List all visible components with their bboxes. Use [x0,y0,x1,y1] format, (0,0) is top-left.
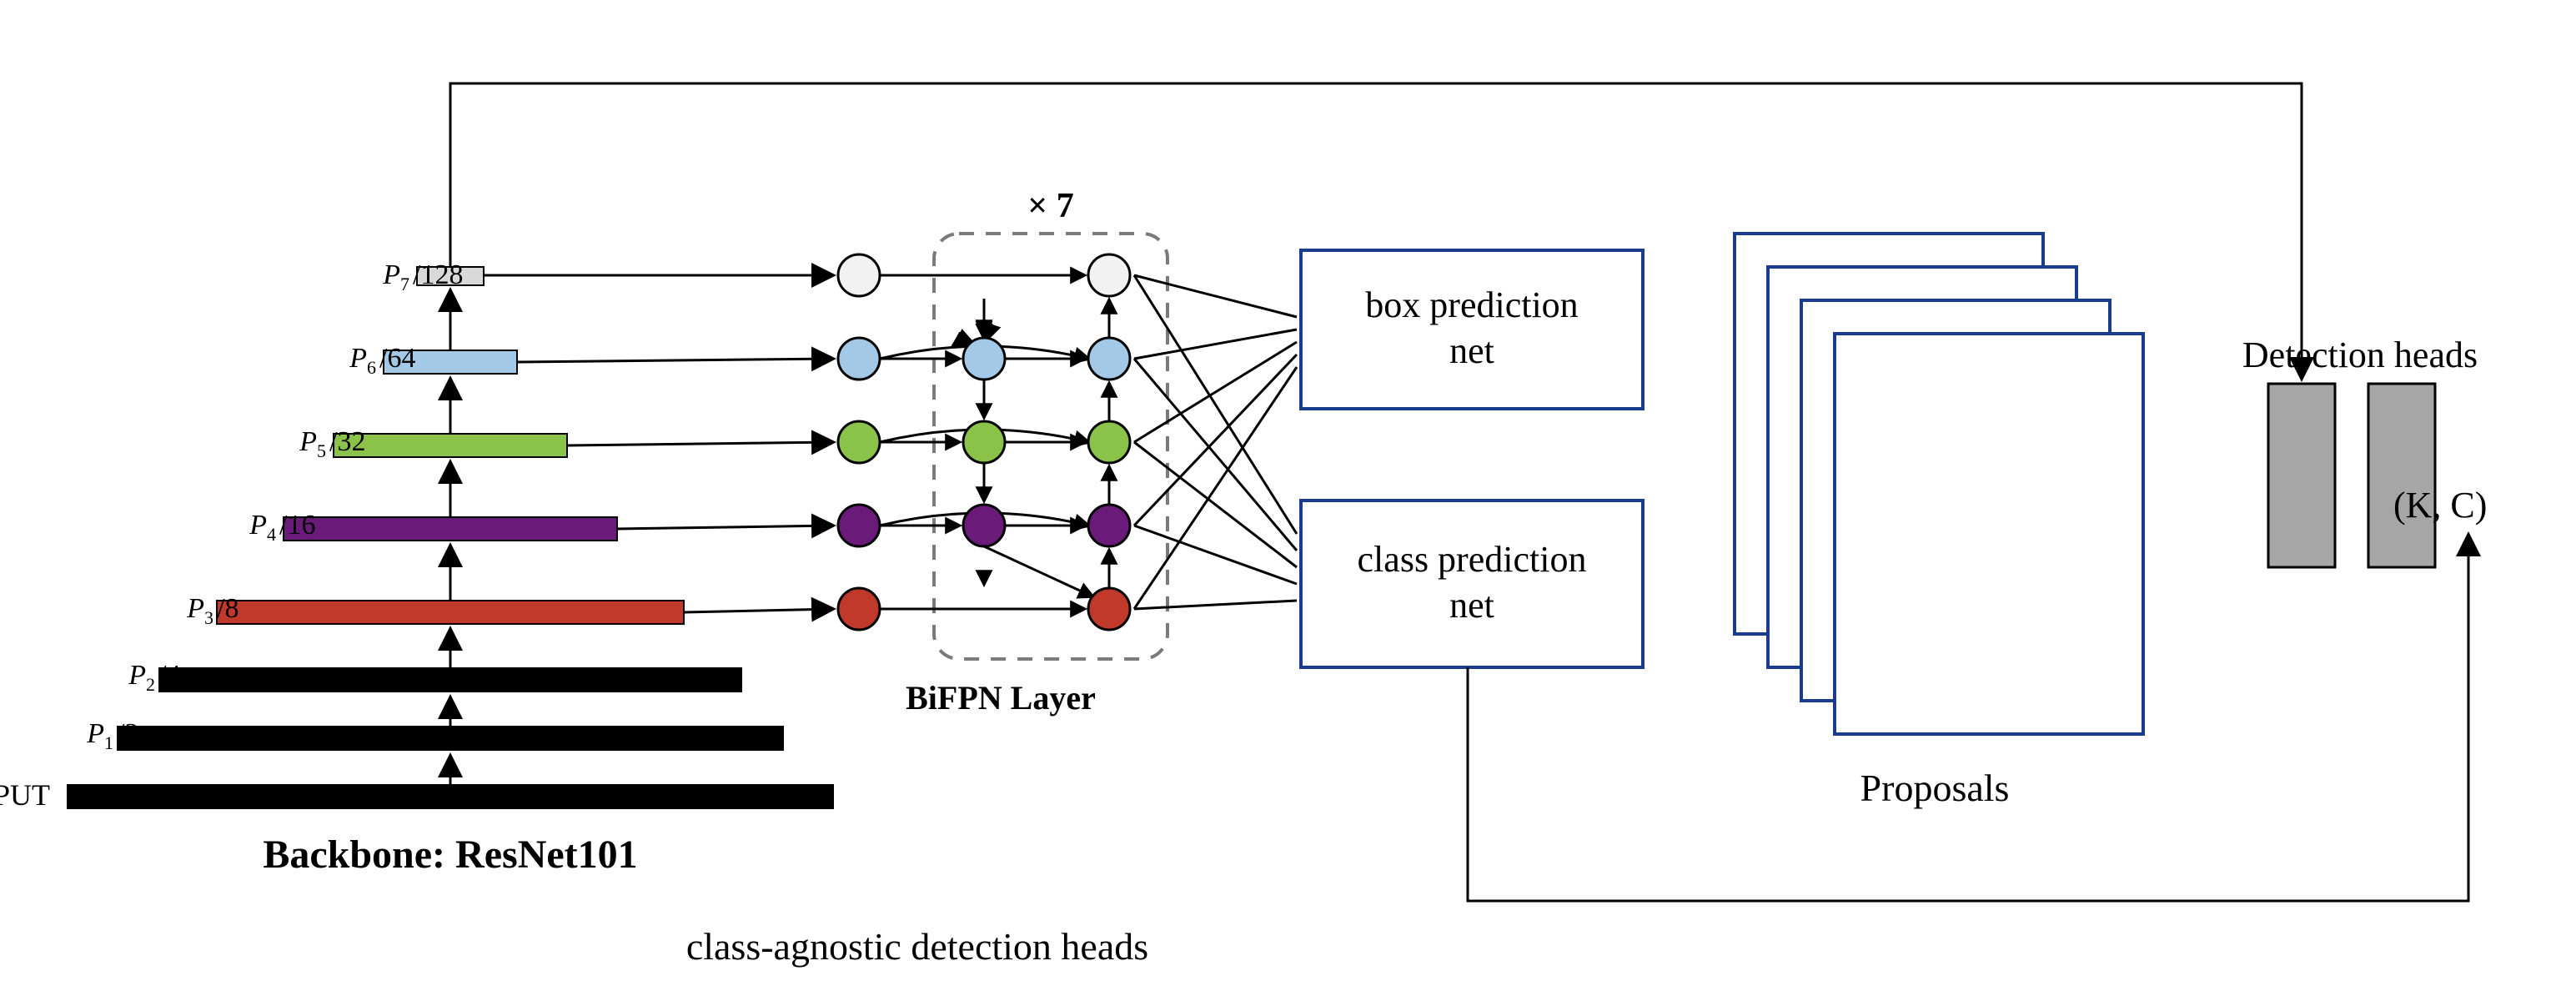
p4-sub: 4 [267,524,276,545]
node-mid-p5 [963,421,1005,463]
bifpn-col1 [838,254,880,630]
node-c1-p3 [838,588,880,630]
p1-div: /2 [117,718,138,749]
level-p1 [117,726,784,751]
svg-text:P: P [349,343,367,374]
svg-text:P: P [186,593,204,624]
p3-sub: 3 [204,607,213,628]
p6-div: /64 [379,343,415,374]
input-label: INPUT [0,778,50,812]
level-input [67,784,834,809]
node-c1-p7 [838,254,880,296]
class-prediction-net [1301,501,1643,667]
svg-text:P: P [249,510,267,541]
node-c3-p6 [1088,338,1130,380]
p1-sub: 1 [104,732,113,753]
bottom-label: class-agnostic detection heads [686,925,1148,968]
p4-div: /16 [279,510,315,541]
p5-sub: 5 [317,440,326,461]
p5-div: /32 [329,426,365,457]
level-p3 [217,601,684,624]
p7-sub: 7 [400,274,409,294]
p6-sub: 6 [367,357,376,378]
svg-text:P: P [86,718,104,749]
bifpn-diag [984,275,1005,338]
node-mid-p4 [963,505,1005,546]
cls-pred-line2: net [1449,585,1494,626]
bifpn-multiplier: × 7 [1027,187,1073,225]
detection-head-2 [2368,384,2435,567]
backbone-label: Backbone: ResNet101 [263,833,637,877]
p7-div: /128 [413,259,463,290]
node-c3-p3 [1088,588,1130,630]
detection-output: (K, C) [2393,485,2487,526]
node-c1-p6 [838,338,880,380]
svg-text:P: P [382,259,400,290]
node-c3-p7 [1088,254,1130,296]
proposals [1735,234,2143,734]
box-pred-line2: net [1449,330,1494,371]
node-c3-p5 [1088,421,1130,463]
node-mid-p6 [963,338,1005,380]
cls-pred-line1: class prediction [1358,539,1587,580]
level-p2 [158,667,742,692]
bifpn-to-heads [1134,275,1297,609]
bifpn-mid [963,338,1005,546]
level-p4 [284,517,617,541]
proposals-label: Proposals [1860,767,2010,809]
p2-div: /4 [158,660,180,691]
p2-sub: 2 [146,674,155,695]
bifpn-label: BiFPN Layer [906,679,1096,717]
box-pred-line1: box prediction [1365,284,1578,325]
level-p5 [334,434,567,457]
node-c3-p4 [1088,505,1130,546]
box-prediction-net [1301,250,1643,409]
p3-div: /8 [217,593,239,624]
detection-heads-label: Detection heads [2242,335,2478,375]
node-c1-p5 [838,421,880,463]
svg-text:P: P [299,426,317,457]
svg-text:P: P [128,660,146,691]
detection-head-1 [2268,384,2335,567]
node-c1-p4 [838,505,880,546]
